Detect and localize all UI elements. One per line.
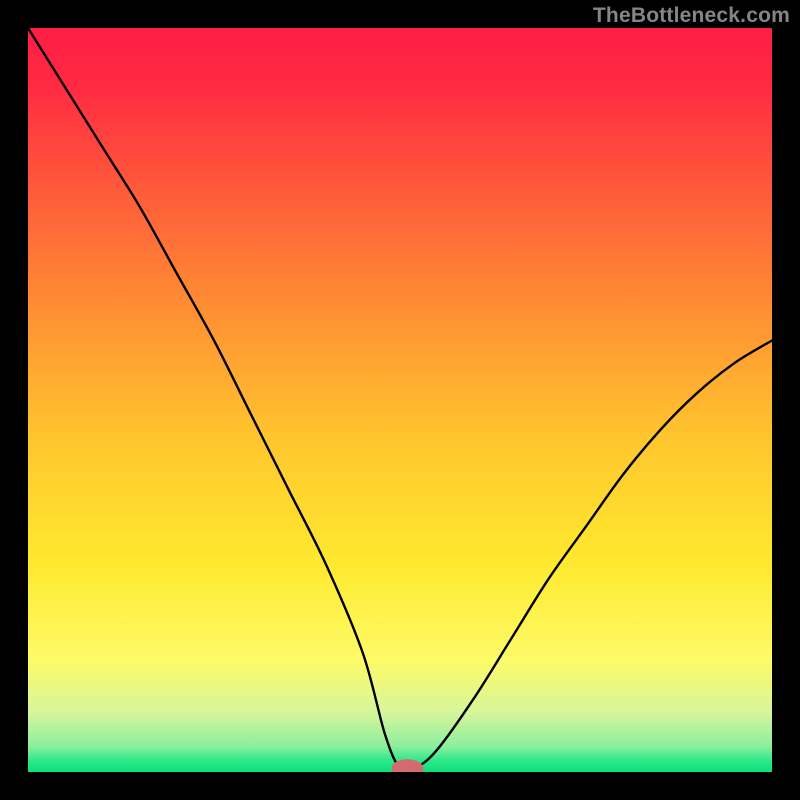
bottleneck-chart xyxy=(28,28,772,772)
chart-background xyxy=(28,28,772,772)
chart-stage: TheBottleneck.com xyxy=(0,0,800,800)
watermark-label: TheBottleneck.com xyxy=(593,4,790,28)
